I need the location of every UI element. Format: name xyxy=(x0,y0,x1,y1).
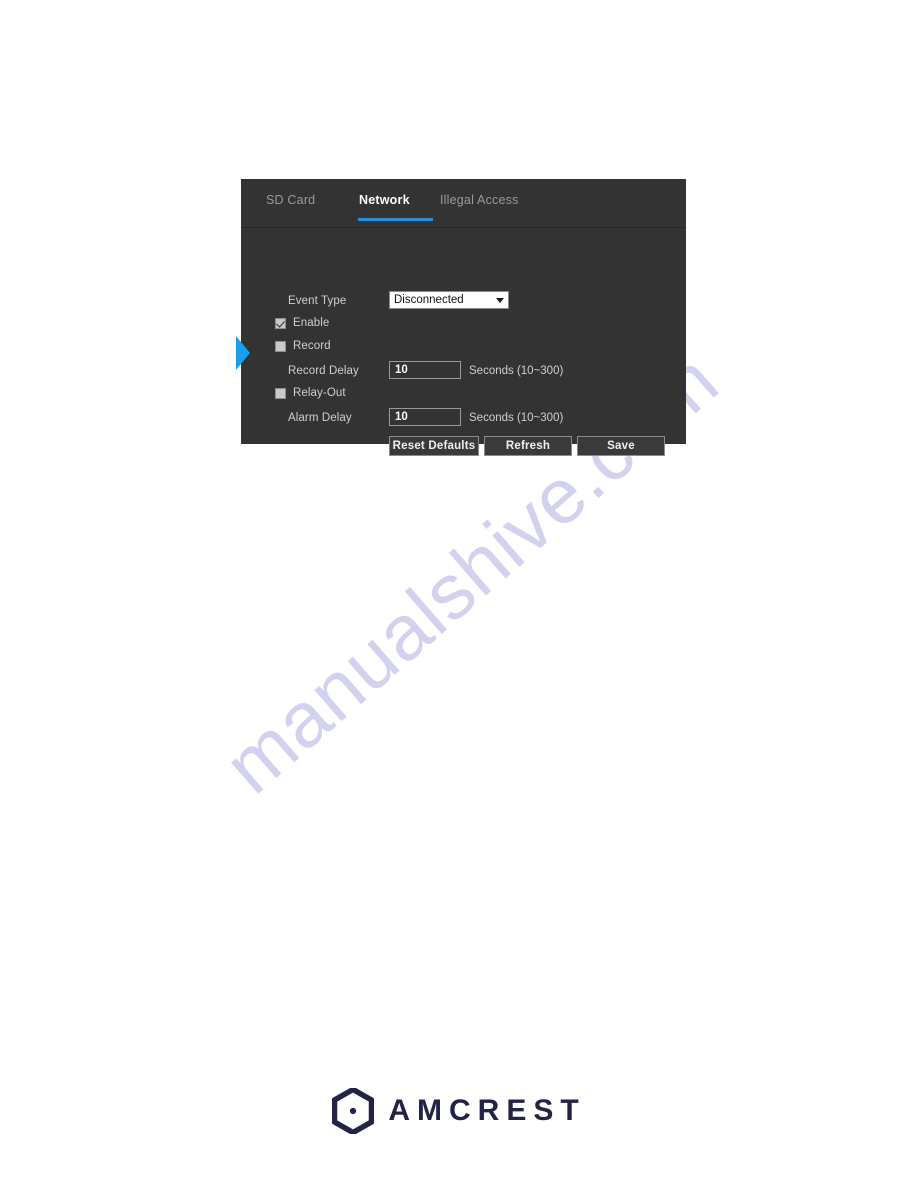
record-label: Record xyxy=(293,340,331,352)
enable-label: Enable xyxy=(293,317,330,329)
alarm-delay-input[interactable]: 10 xyxy=(389,408,461,426)
tab-bar: SD Card Network Illegal Access xyxy=(241,179,686,229)
enable-checkbox[interactable] xyxy=(275,318,286,329)
alarm-delay-unit: Seconds (10~300) xyxy=(469,412,564,424)
tab-sd-card[interactable]: SD Card xyxy=(266,193,315,207)
amcrest-hexagon-logo-icon xyxy=(332,1088,375,1134)
event-type-label: Event Type xyxy=(288,295,347,307)
reset-defaults-button[interactable]: Reset Defaults xyxy=(389,436,479,456)
footer-branding: AMCREST xyxy=(0,1088,918,1134)
abnormality-settings-panel: SD Card Network Illegal Access Event Typ… xyxy=(236,179,686,456)
refresh-button[interactable]: Refresh xyxy=(484,436,572,456)
active-tab-indicator xyxy=(358,218,433,221)
tab-illegal-access[interactable]: Illegal Access xyxy=(440,193,519,207)
record-delay-unit: Seconds (10~300) xyxy=(469,365,564,377)
alarm-delay-label: Alarm Delay xyxy=(288,412,352,424)
record-delay-input[interactable]: 10 xyxy=(389,361,461,379)
save-button[interactable]: Save xyxy=(577,436,665,456)
relay-out-label: Relay-Out xyxy=(293,387,346,399)
chevron-down-icon xyxy=(496,298,504,303)
settings-form: Event Type Disconnected Enable Record Re… xyxy=(236,228,686,456)
blue-arrow-marker-icon xyxy=(236,336,250,370)
record-delay-label: Record Delay xyxy=(288,365,359,377)
event-type-select[interactable]: Disconnected xyxy=(389,291,509,309)
amcrest-wordmark: AMCREST xyxy=(388,1094,586,1127)
record-checkbox[interactable] xyxy=(275,341,286,352)
event-type-value: Disconnected xyxy=(394,294,464,306)
tab-network[interactable]: Network xyxy=(359,193,410,207)
relay-out-checkbox[interactable] xyxy=(275,388,286,399)
